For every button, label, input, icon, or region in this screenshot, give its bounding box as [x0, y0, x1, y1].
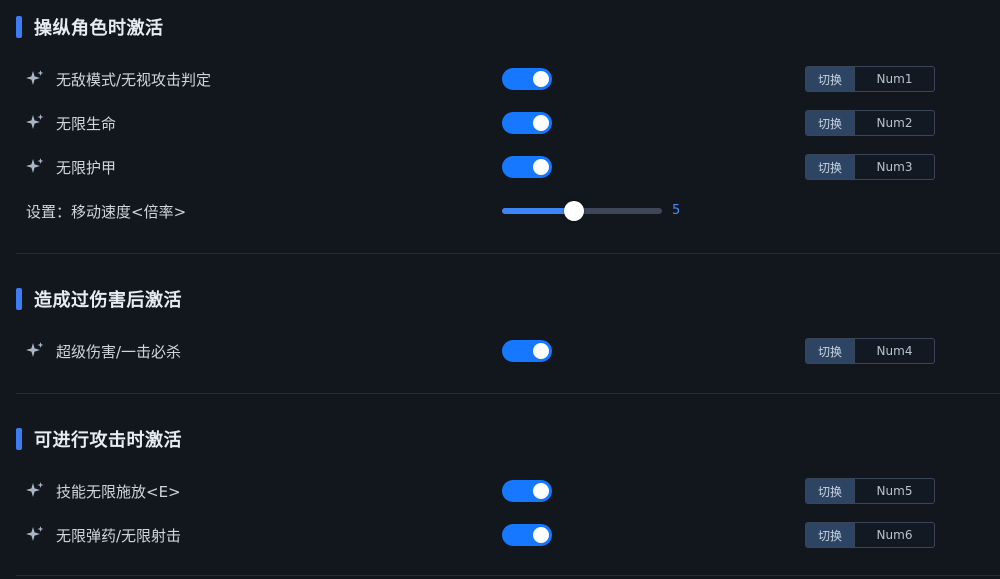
section-title: 造成过伤害后激活 [34, 290, 182, 311]
hotkey-field[interactable]: Num2 [855, 111, 934, 135]
section-divider [16, 575, 1000, 576]
slider-thumb[interactable] [564, 201, 584, 221]
sparkle-icon [26, 482, 44, 497]
sparkle-icon [26, 114, 44, 129]
section-header: 操纵角色时激活 [16, 15, 164, 39]
cheat-label: 技能无限施放<E> [56, 483, 181, 501]
section-accent-bar [16, 288, 22, 310]
speed-slider[interactable] [502, 201, 662, 221]
cheat-row: 无限弹药/无限射击 切换 Num6 [0, 522, 1000, 548]
section-accent-bar [16, 16, 22, 38]
cheat-row: 技能无限施放<E> 切换 Num5 [0, 478, 1000, 504]
toggle-knob [533, 483, 549, 499]
cheat-label: 无限护甲 [56, 159, 117, 177]
switch-button[interactable]: 切换 [806, 155, 855, 179]
hotkey-field[interactable]: Num1 [855, 67, 934, 91]
hotkey-group: 切换 Num5 [805, 478, 935, 504]
slider-value: 5 [672, 203, 681, 218]
hotkey-group: 切换 Num1 [805, 66, 935, 92]
hotkey-group: 切换 Num6 [805, 522, 935, 548]
sparkle-icon [26, 158, 44, 173]
cheat-toggle[interactable] [502, 112, 552, 134]
toggle-knob [533, 527, 549, 543]
cheat-toggle[interactable] [502, 480, 552, 502]
cheat-toggle[interactable] [502, 156, 552, 178]
cheat-label: 超级伤害/一击必杀 [56, 343, 182, 361]
cheat-row: 无限生命 切换 Num2 [0, 110, 1000, 136]
sparkle-icon [26, 70, 44, 85]
hotkey-group: 切换 Num3 [805, 154, 935, 180]
section-divider [16, 393, 1000, 394]
cheat-toggle[interactable] [502, 68, 552, 90]
cheat-row: 无限护甲 切换 Num3 [0, 154, 1000, 180]
toggle-knob [533, 71, 549, 87]
cheat-label: 无限生命 [56, 115, 117, 133]
cheat-toggle[interactable] [502, 524, 552, 546]
switch-button[interactable]: 切换 [806, 111, 855, 135]
hotkey-group: 切换 Num2 [805, 110, 935, 136]
section-title: 操纵角色时激活 [34, 18, 164, 39]
switch-button[interactable]: 切换 [806, 479, 855, 503]
trainer-panel: 操纵角色时激活 无敌模式/无视攻击判定 切换 Num1 无限生命 切换 Num2 [0, 0, 1000, 579]
section-title: 可进行攻击时激活 [34, 430, 182, 451]
switch-button[interactable]: 切换 [806, 67, 855, 91]
section-accent-bar [16, 428, 22, 450]
cheat-toggle[interactable] [502, 340, 552, 362]
section-header: 造成过伤害后激活 [16, 287, 182, 311]
sparkle-icon [26, 342, 44, 357]
section-divider [16, 253, 1000, 254]
switch-button[interactable]: 切换 [806, 339, 855, 363]
cheat-label: 无限弹药/无限射击 [56, 527, 182, 545]
cheat-row: 超级伤害/一击必杀 切换 Num4 [0, 338, 1000, 364]
hotkey-group: 切换 Num4 [805, 338, 935, 364]
cheat-label: 无敌模式/无视攻击判定 [56, 71, 212, 89]
section-header: 可进行攻击时激活 [16, 427, 182, 451]
cheat-row: 无敌模式/无视攻击判定 切换 Num1 [0, 66, 1000, 92]
hotkey-field[interactable]: Num6 [855, 523, 934, 547]
toggle-knob [533, 343, 549, 359]
switch-button[interactable]: 切换 [806, 523, 855, 547]
setting-label: 设置：移动速度<倍率> [26, 203, 187, 221]
setting-row: 设置：移动速度<倍率> 5 [0, 199, 1000, 223]
sparkle-icon [26, 526, 44, 541]
toggle-knob [533, 159, 549, 175]
toggle-knob [533, 115, 549, 131]
hotkey-field[interactable]: Num3 [855, 155, 934, 179]
hotkey-field[interactable]: Num4 [855, 339, 934, 363]
hotkey-field[interactable]: Num5 [855, 479, 934, 503]
